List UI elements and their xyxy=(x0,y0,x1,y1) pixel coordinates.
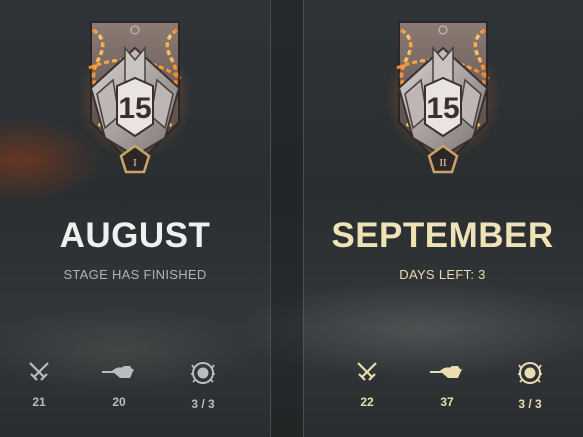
stage-card-august[interactable]: 15 I AUGUST STAGE HAS FINISHED 21 20 3 /… xyxy=(0,0,270,437)
panel-divider xyxy=(270,0,304,437)
stat-vehicles: 37 xyxy=(417,360,477,409)
month-title: SEPTEMBER xyxy=(331,216,554,255)
stat-value: 37 xyxy=(440,395,454,409)
month-title: AUGUST xyxy=(59,216,211,255)
stat-battles: 21 xyxy=(9,360,69,409)
stage-status: STAGE HAS FINISHED xyxy=(63,267,207,282)
stat-achievements: 3 / 3 xyxy=(173,360,233,411)
stat-value: 20 xyxy=(112,395,126,409)
badge-roman-label: I xyxy=(133,157,137,169)
rank-badge-icon: 15 II xyxy=(386,21,499,174)
stat-value: 3 / 3 xyxy=(191,397,215,411)
stage-status: DAYS LEFT: 3 xyxy=(399,267,486,282)
stat-value: 21 xyxy=(32,395,46,409)
badge-roman-label: II xyxy=(439,157,447,169)
wreath-emblem-icon xyxy=(191,362,215,384)
stats-row: 21 20 3 / 3 xyxy=(0,360,270,420)
tank-silhouette-icon xyxy=(102,366,134,378)
stat-value: 22 xyxy=(360,395,374,409)
stat-value: 3 / 3 xyxy=(518,397,542,411)
stats-row: 22 37 3 / 3 xyxy=(302,360,583,420)
badge-level-label: 15 xyxy=(118,92,151,125)
stat-achievements: 3 / 3 xyxy=(500,360,560,411)
rank-badge-icon: 15 I xyxy=(79,21,191,174)
stat-battles: 22 xyxy=(337,360,397,409)
stage-card-september[interactable]: 15 II SEPTEMBER DAYS LEFT: 3 22 37 3 / 3 xyxy=(302,0,583,437)
tank-silhouette-icon xyxy=(430,366,462,378)
badge-level-label: 15 xyxy=(426,92,459,125)
crossed-swords-icon xyxy=(29,362,49,381)
stat-vehicles: 20 xyxy=(89,360,149,409)
wreath-emblem-icon xyxy=(518,362,542,384)
crossed-swords-icon xyxy=(357,362,377,381)
